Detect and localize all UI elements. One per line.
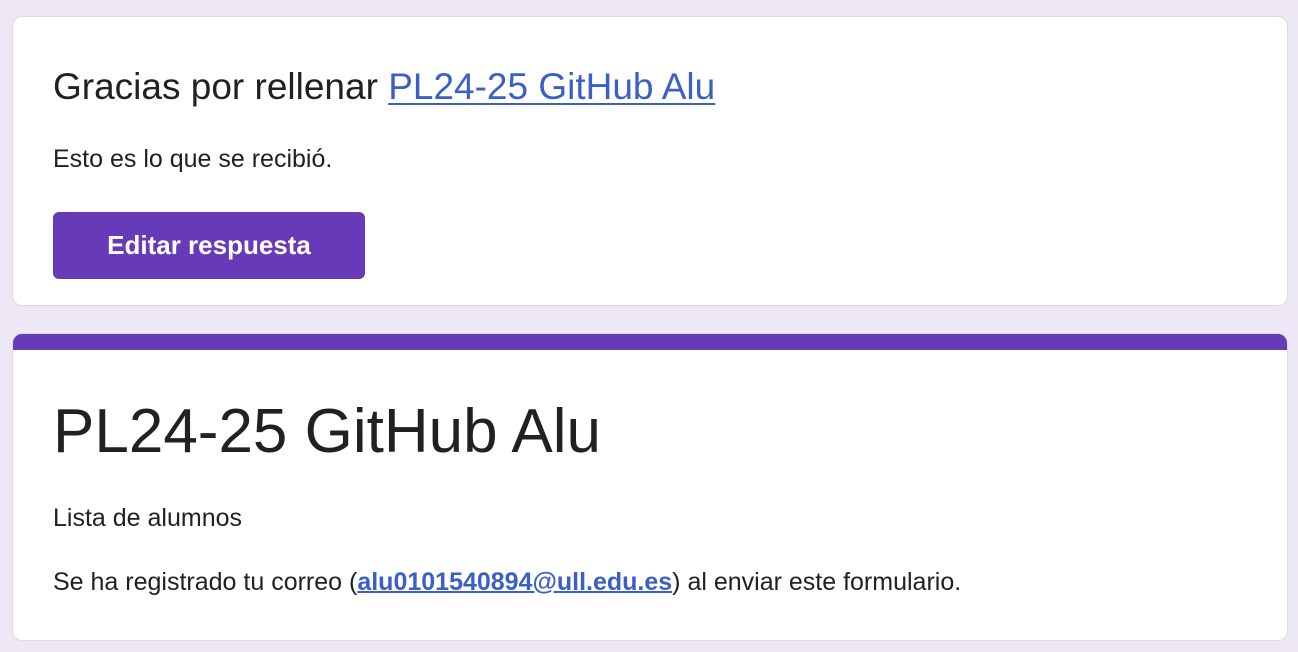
form-accent-bar <box>13 334 1287 350</box>
form-summary-card: PL24-25 GitHub Alu Lista de alumnos Se h… <box>12 333 1288 641</box>
thanks-heading: Gracias por rellenar PL24-25 GitHub Alu <box>53 65 715 109</box>
email-notice-suffix: ) al enviar este formulario. <box>672 568 962 596</box>
form-title: PL24-25 GitHub Alu <box>53 397 602 466</box>
confirmation-card: Gracias por rellenar PL24-25 GitHub Alu … <box>12 16 1288 306</box>
email-notice: Se ha registrado tu correo (alu010154089… <box>53 566 961 598</box>
email-notice-prefix: Se ha registrado tu correo ( <box>53 568 358 596</box>
form-title-link[interactable]: PL24-25 GitHub Alu <box>388 66 715 107</box>
form-description: Lista de alumnos <box>53 504 243 532</box>
thanks-prefix: Gracias por rellenar <box>53 66 389 107</box>
received-message: Esto es lo que se recibió. <box>53 145 333 173</box>
email-link[interactable]: alu0101540894@ull.edu.es <box>357 568 672 596</box>
edit-response-button[interactable]: Editar respuesta <box>53 212 365 279</box>
